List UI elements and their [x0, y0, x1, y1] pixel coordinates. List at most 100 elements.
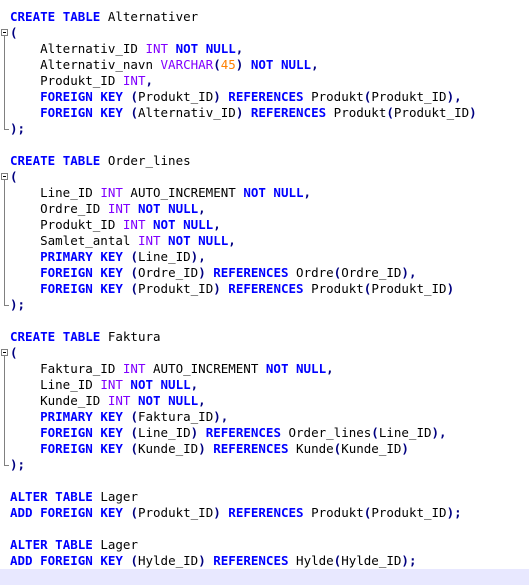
code-token: FOREIGN [40, 553, 93, 568]
code-line[interactable]: Line_ID INT AUTO_INCREMENT NOT NULL, [0, 185, 529, 201]
fold-toggle-icon[interactable] [0, 169, 10, 185]
code-line[interactable]: FOREIGN KEY (Kunde_ID) REFERENCES Kunde(… [0, 441, 529, 457]
fold-margin [0, 537, 10, 553]
code-token: Produkt [303, 89, 364, 104]
code-line[interactable]: Line_ID INT NOT NULL, [0, 377, 529, 393]
code-line[interactable]: Produkt_ID INT NOT NULL, [0, 217, 529, 233]
code-line[interactable]: Produkt_ID INT, [0, 73, 529, 89]
code-text: PRIMARY KEY (Line_ID), [10, 249, 206, 265]
code-text: Line_ID INT NOT NULL, [10, 377, 198, 393]
code-line[interactable]: FOREIGN KEY (Line_ID) REFERENCES Order_l… [0, 425, 529, 441]
code-token: , [145, 73, 153, 88]
code-text: Line_ID INT AUTO_INCREMENT NOT NULL, [10, 185, 311, 201]
code-token: , [454, 89, 462, 104]
code-token: REFERENCES [228, 505, 304, 520]
fold-toggle-icon[interactable] [0, 25, 10, 41]
code-line[interactable]: FOREIGN KEY (Produkt_ID) REFERENCES Prod… [0, 281, 529, 297]
code-token: ) [213, 281, 221, 296]
code-text: Ordre_ID INT NOT NULL, [10, 201, 206, 217]
code-token: REFERENCES [228, 281, 304, 296]
code-text: FOREIGN KEY (Alternativ_ID) REFERENCES P… [10, 105, 477, 121]
code-token: NULL [160, 377, 191, 392]
code-line[interactable]: Faktura_ID INT AUTO_INCREMENT NOT NULL, [0, 361, 529, 377]
code-token: FOREIGN [40, 441, 93, 456]
code-line[interactable]: Samlet_antal INT NOT NULL, [0, 233, 529, 249]
fold-toggle-icon[interactable] [0, 345, 10, 361]
code-token: KEY [100, 249, 123, 264]
code-editor[interactable]: CREATE TABLE Alternativer( Alternativ_ID… [0, 0, 529, 585]
code-token: Kunde [288, 441, 334, 456]
code-line[interactable] [0, 569, 529, 585]
code-token: ) [446, 281, 455, 296]
code-token: ; [454, 505, 462, 520]
code-token: ) [213, 505, 221, 520]
code-token: ) [10, 121, 18, 136]
code-line[interactable]: Alternativ_navn VARCHAR(45) NOT NULL, [0, 57, 529, 73]
code-token: FOREIGN [40, 425, 93, 440]
code-token: ( [130, 505, 138, 520]
fold-line-icon [0, 265, 10, 281]
code-line[interactable]: PRIMARY KEY (Faktura_ID), [0, 409, 529, 425]
code-token: Ordre [288, 265, 334, 280]
code-token: REFERENCES [213, 441, 289, 456]
code-line[interactable]: CREATE TABLE Order_lines [0, 153, 529, 169]
code-line[interactable] [0, 521, 529, 537]
code-token: ( [130, 281, 138, 296]
code-token: Lager [92, 489, 138, 504]
code-line[interactable] [0, 313, 529, 329]
code-line[interactable]: ); [0, 457, 529, 473]
code-line[interactable]: ALTER TABLE Lager [0, 489, 529, 505]
code-token: INT [145, 41, 169, 56]
fold-line-icon [0, 73, 10, 89]
code-line[interactable]: Alternativ_ID INT NOT NULL, [0, 41, 529, 57]
code-token: NOT [168, 233, 191, 248]
code-line[interactable]: FOREIGN KEY (Alternativ_ID) REFERENCES P… [0, 105, 529, 121]
code-token: KEY [100, 409, 123, 424]
code-token: TABLE [62, 153, 101, 168]
code-line[interactable]: ( [0, 169, 529, 185]
code-line[interactable]: ( [0, 25, 529, 41]
code-token: Produkt_ID [137, 89, 214, 104]
code-token: ( [386, 105, 394, 120]
code-token: Line_ID [378, 425, 432, 440]
code-line[interactable] [0, 137, 529, 153]
code-line[interactable]: PRIMARY KEY (Line_ID), [0, 249, 529, 265]
code-token: Lager [92, 537, 138, 552]
code-token: KEY [100, 441, 123, 456]
code-line[interactable]: ( [0, 345, 529, 361]
code-token: Line_ID [137, 249, 191, 264]
code-line[interactable]: FOREIGN KEY (Ordre_ID) REFERENCES Ordre(… [0, 265, 529, 281]
code-line[interactable]: FOREIGN KEY (Produkt_ID) REFERENCES Prod… [0, 89, 529, 105]
code-line[interactable]: CREATE TABLE Faktura [0, 329, 529, 345]
code-line[interactable]: CREATE TABLE Alternativer [0, 9, 529, 25]
code-token: Hylde [288, 553, 334, 568]
code-token: AUTO_INCREMENT [145, 361, 266, 376]
fold-margin [0, 505, 10, 521]
code-token: ) [401, 265, 409, 280]
code-text: Alternativ_navn VARCHAR(45) NOT NULL, [10, 57, 319, 73]
code-token: , [198, 249, 206, 264]
code-token: INT [137, 233, 161, 248]
code-token: ) [469, 105, 477, 120]
code-line[interactable]: ALTER TABLE Lager [0, 537, 529, 553]
code-line[interactable]: ADD FOREIGN KEY (Hylde_ID) REFERENCES Hy… [0, 553, 529, 569]
code-line[interactable]: ADD FOREIGN KEY (Produkt_ID) REFERENCES … [0, 505, 529, 521]
code-line[interactable]: Kunde_ID INT NOT NULL, [0, 393, 529, 409]
code-token: Ordre_ID [10, 201, 108, 216]
code-line[interactable]: ); [0, 121, 529, 137]
code-line[interactable]: Ordre_ID INT NOT NULL, [0, 201, 529, 217]
code-token: Produkt_ID [393, 105, 470, 120]
code-line[interactable] [0, 473, 529, 489]
code-token: KEY [100, 553, 123, 568]
code-token: NOT [153, 217, 176, 232]
code-text: Samlet_antal INT NOT NULL, [10, 233, 236, 249]
fold-line-icon [0, 217, 10, 233]
code-token: ( [130, 89, 138, 104]
code-line[interactable]: ); [0, 297, 529, 313]
